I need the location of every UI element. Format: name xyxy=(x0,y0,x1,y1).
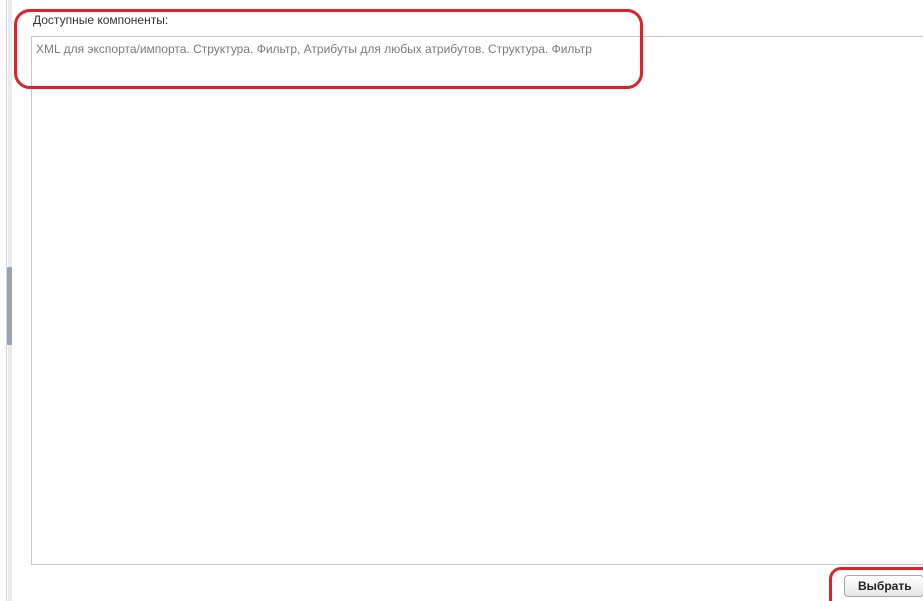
annotation-highlight-list xyxy=(14,9,643,89)
component-picker-page: Доступные компоненты: XML для экспорта/и… xyxy=(0,0,923,601)
annotation-highlight-button xyxy=(829,567,923,601)
left-scrollbar-thumb[interactable] xyxy=(7,267,12,345)
components-list[interactable]: XML для экспорта/импорта. Структура. Фил… xyxy=(31,36,923,565)
